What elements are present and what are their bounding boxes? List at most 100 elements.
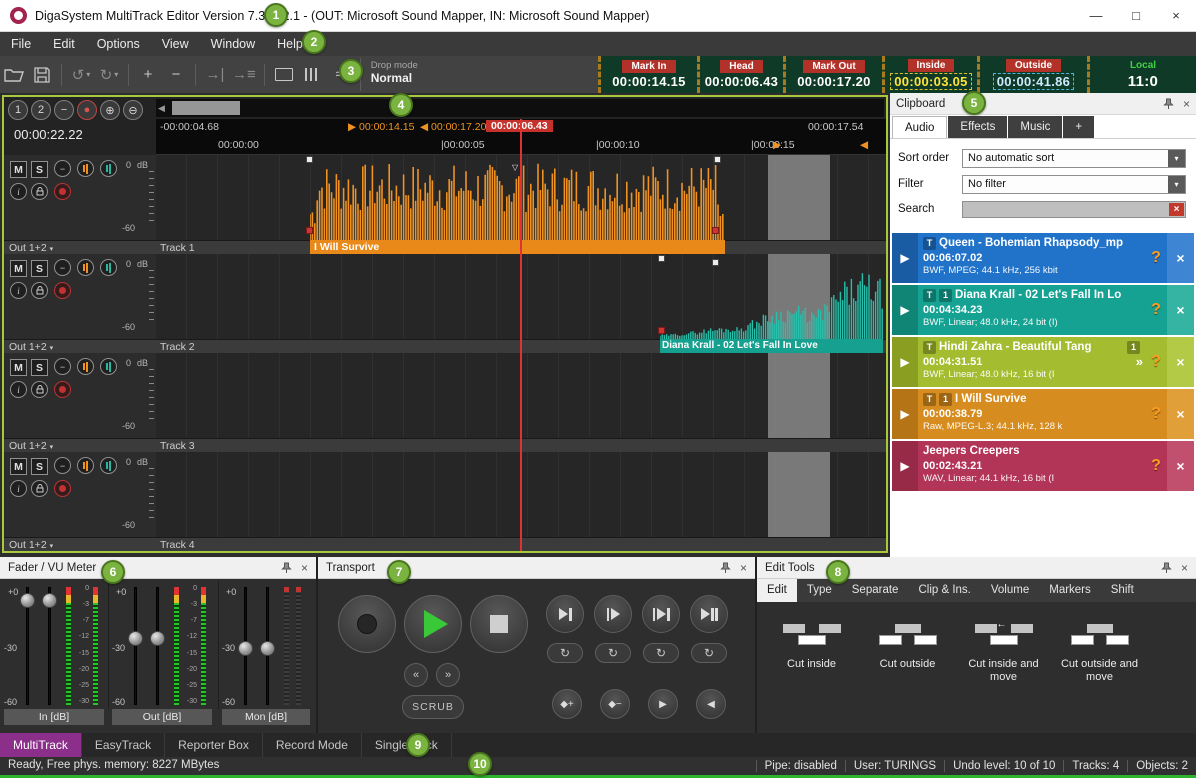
collapse-track-button[interactable]: − bbox=[54, 160, 71, 177]
collapse-track-button[interactable]: − bbox=[54, 259, 71, 276]
clip-handle[interactable] bbox=[658, 255, 665, 262]
loop-play-button-2[interactable]: ↻ bbox=[595, 643, 631, 663]
play-icon[interactable]: ▶ bbox=[892, 233, 918, 283]
output-routing[interactable]: Out 1+2 ▾ bbox=[9, 241, 53, 257]
clipboard-item[interactable]: ▶ T1I Will Survive 00:00:38.79 Raw, MPEG… bbox=[892, 389, 1194, 439]
mute-button[interactable]: M bbox=[10, 161, 27, 178]
remove-item-icon[interactable]: × bbox=[1167, 441, 1194, 491]
drop-mode-indicator[interactable]: Drop mode Normal bbox=[360, 58, 428, 91]
play-to-marker-button[interactable] bbox=[546, 595, 584, 633]
mute-button[interactable]: M bbox=[10, 458, 27, 475]
clipboard-item[interactable]: ▶ TQueen - Bohemian Rhapsody_mp 00:06:07… bbox=[892, 233, 1194, 283]
info-question-icon[interactable]: ? bbox=[1145, 441, 1167, 491]
panel-close-icon[interactable]: × bbox=[1183, 97, 1190, 111]
play-from-marker-button[interactable] bbox=[594, 595, 632, 633]
clip-handle[interactable] bbox=[306, 156, 313, 163]
open-folder-icon[interactable] bbox=[3, 62, 25, 88]
lock-button[interactable] bbox=[31, 282, 48, 299]
tab-record-mode[interactable]: Record Mode bbox=[263, 733, 362, 757]
zoom-out-button[interactable]: ⊖ bbox=[123, 100, 143, 120]
clip-label[interactable]: Diana Krall - 02 Let's Fall In Love bbox=[660, 339, 883, 353]
maximize-button[interactable]: □ bbox=[1116, 0, 1156, 31]
ruler-mark-in[interactable]: ▶ 00:00:14.15 bbox=[348, 121, 414, 133]
tab-music[interactable]: Music bbox=[1008, 116, 1062, 138]
loop-play-button-1[interactable]: ↻ bbox=[547, 643, 583, 663]
meter-orange-button[interactable] bbox=[77, 358, 94, 375]
clipboard-item-body[interactable]: THindi Zahra - Beautiful Tang1 00:04:31.… bbox=[918, 337, 1145, 387]
meter-teal-button[interactable] bbox=[100, 358, 117, 375]
fader-knob[interactable] bbox=[238, 641, 253, 656]
solo-button[interactable]: S bbox=[31, 161, 48, 178]
panel-close-icon[interactable]: × bbox=[1181, 561, 1188, 575]
remove-marker-button[interactable]: ◆− bbox=[600, 689, 630, 719]
info-question-icon[interactable]: ? bbox=[1145, 337, 1167, 387]
collapse-track-button[interactable]: − bbox=[54, 457, 71, 474]
panel-close-icon[interactable]: × bbox=[301, 561, 308, 575]
redo-icon[interactable]: ↻▾ bbox=[98, 62, 120, 88]
audio-clip-diana-krall[interactable]: Diana Krall - 02 Let's Fall In Love bbox=[660, 260, 883, 353]
lock-button[interactable] bbox=[31, 381, 48, 398]
solo-button[interactable]: S bbox=[31, 260, 48, 277]
fader-knob[interactable] bbox=[260, 641, 275, 656]
solo-button[interactable]: S bbox=[31, 458, 48, 475]
fader-knob[interactable] bbox=[20, 593, 35, 608]
menu-edit[interactable]: Edit bbox=[42, 32, 86, 56]
tab-separate[interactable]: Separate bbox=[842, 579, 909, 602]
tab-add[interactable]: + bbox=[1063, 116, 1094, 138]
tab-markers[interactable]: Markers bbox=[1039, 579, 1101, 602]
track-name[interactable]: Track 4 bbox=[160, 538, 195, 552]
fader-knob[interactable] bbox=[150, 631, 165, 646]
outside-display[interactable]: Outside 00:00:41.86 bbox=[977, 56, 1087, 93]
clip-handle[interactable] bbox=[712, 259, 719, 266]
output-routing[interactable]: Out 1+2 ▾ bbox=[9, 439, 53, 455]
lock-button[interactable] bbox=[31, 183, 48, 200]
record-arm-button[interactable] bbox=[54, 183, 71, 200]
play-icon[interactable]: ▶ bbox=[892, 389, 918, 439]
chevron-down-icon[interactable]: ▾ bbox=[1168, 150, 1185, 167]
mute-button[interactable]: M bbox=[10, 359, 27, 376]
layout-2-button[interactable]: 2 bbox=[31, 100, 51, 120]
local-time-display[interactable]: Local 11:0 bbox=[1087, 56, 1196, 93]
clipboard-item[interactable]: ▶ Jeepers Creepers 00:02:43.21 WAV, Line… bbox=[892, 441, 1194, 491]
pin-icon[interactable] bbox=[720, 562, 731, 574]
play-icon[interactable]: ▶ bbox=[892, 337, 918, 387]
info-question-icon[interactable]: ? bbox=[1145, 389, 1167, 439]
save-icon[interactable] bbox=[31, 62, 53, 88]
clip-fade-handle[interactable] bbox=[658, 327, 665, 334]
step-forward-button[interactable]: ▶ bbox=[648, 689, 678, 719]
tab-edit[interactable]: Edit bbox=[757, 579, 797, 602]
meter-teal-button[interactable] bbox=[100, 259, 117, 276]
play-icon[interactable]: ▶ bbox=[892, 441, 918, 491]
meter-teal-button[interactable] bbox=[100, 160, 117, 177]
output-routing[interactable]: Out 1+2 ▾ bbox=[9, 340, 53, 356]
collapse-button[interactable]: − bbox=[54, 100, 74, 120]
info-button[interactable]: i bbox=[10, 282, 27, 299]
record-arm-button[interactable] bbox=[54, 381, 71, 398]
clip-handle[interactable] bbox=[714, 156, 721, 163]
tab-audio[interactable]: Audio bbox=[892, 116, 947, 138]
remove-item-icon[interactable]: × bbox=[1167, 337, 1194, 387]
clipboard-item[interactable]: ▶ T1Diana Krall - 02 Let's Fall In Lo 00… bbox=[892, 285, 1194, 335]
mark-out-display[interactable]: Mark Out 00:00:17.20 bbox=[783, 56, 882, 93]
play-over-marker-button[interactable] bbox=[690, 595, 728, 633]
meter-teal-button[interactable] bbox=[100, 457, 117, 474]
cut-outside-move-button[interactable]: ← Cut outside and move bbox=[1053, 612, 1146, 707]
info-button[interactable]: i bbox=[10, 183, 27, 200]
chevron-down-icon[interactable]: ▾ bbox=[1168, 176, 1185, 193]
record-arm-button[interactable] bbox=[54, 282, 71, 299]
sort-order-dropdown[interactable]: No automatic sort ▾ bbox=[962, 149, 1186, 168]
play-icon[interactable]: ▶ bbox=[892, 285, 918, 335]
collapse-track-button[interactable]: − bbox=[54, 358, 71, 375]
mute-button[interactable]: M bbox=[10, 260, 27, 277]
undo-icon[interactable]: ↺▾ bbox=[70, 62, 92, 88]
menu-view[interactable]: View bbox=[151, 32, 200, 56]
scrub-button[interactable]: SCRUB bbox=[402, 695, 464, 719]
tab-volume[interactable]: Volume bbox=[981, 579, 1039, 602]
mark-in-display[interactable]: Mark In 00:00:14.15 bbox=[598, 56, 697, 93]
clipboard-item-body[interactable]: T1Diana Krall - 02 Let's Fall In Lo 00:0… bbox=[918, 285, 1145, 335]
menu-window[interactable]: Window bbox=[200, 32, 266, 56]
play-between-markers-button[interactable] bbox=[642, 595, 680, 633]
remove-icon[interactable]: − bbox=[165, 62, 187, 88]
meter-orange-button[interactable] bbox=[77, 457, 94, 474]
add-icon[interactable]: + bbox=[137, 62, 159, 88]
